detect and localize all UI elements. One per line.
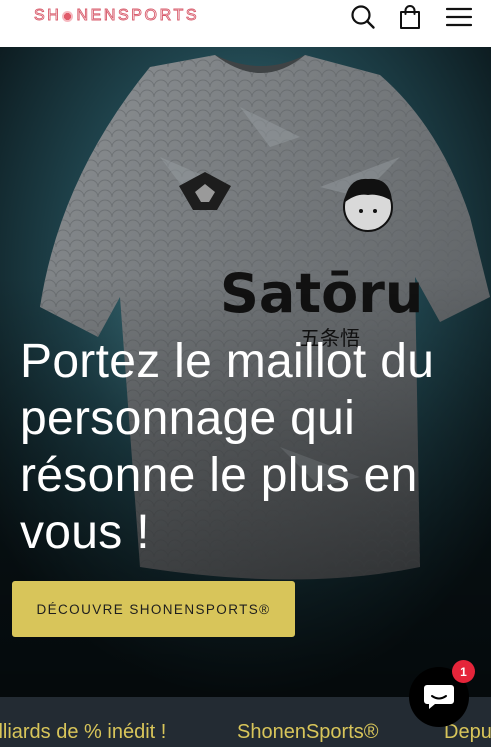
ticker-item: ShonenSports® xyxy=(237,721,379,743)
hero-banner: Satōru 五条悟 Portez le maillot du personna… xyxy=(0,47,491,697)
site-header: SH NENSPORTS xyxy=(0,0,491,47)
logo-text-end: NENSPORTS xyxy=(76,7,200,25)
cart-button[interactable] xyxy=(396,3,424,31)
notification-badge: 1 xyxy=(452,660,475,683)
search-icon xyxy=(351,5,375,29)
menu-button[interactable] xyxy=(445,3,473,31)
ticker-item: illiards de % inédit ! xyxy=(0,721,167,743)
chat-bubble-icon xyxy=(424,685,454,709)
shopping-bag-icon xyxy=(400,5,420,29)
hamburger-menu-icon xyxy=(446,7,472,27)
search-button[interactable] xyxy=(349,3,377,31)
shonensports-logo[interactable]: SH NENSPORTS xyxy=(34,7,199,25)
logo-ball-icon xyxy=(62,10,74,22)
hero-heading: Portez le maillot du personnage qui réso… xyxy=(20,335,435,559)
logo-text-start: SH xyxy=(34,7,62,25)
discover-cta-button[interactable]: DÉCOUVRE SHONENSPORTS® xyxy=(12,581,295,637)
